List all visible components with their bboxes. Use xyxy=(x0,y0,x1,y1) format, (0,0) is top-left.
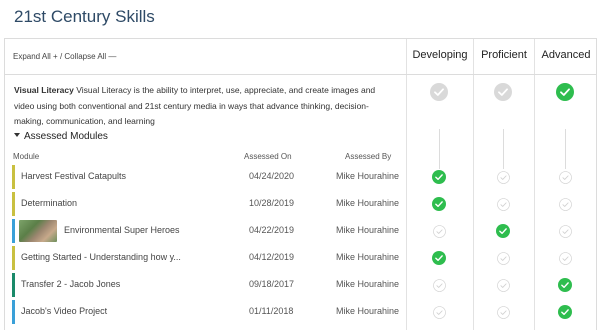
module-name[interactable]: Environmental Super Heroes xyxy=(64,225,180,235)
module-level-advanced-empty-icon xyxy=(558,251,572,265)
module-color-bar xyxy=(12,273,15,297)
module-name[interactable]: Harvest Festival Catapults xyxy=(21,171,126,181)
module-assessed-on: 10/28/2019 xyxy=(249,198,295,208)
connector-proficient xyxy=(503,129,504,169)
module-level-proficient-empty-icon xyxy=(496,170,510,184)
divider-slash: / xyxy=(59,52,63,61)
collapse-all-link[interactable]: Collapse All — xyxy=(64,52,116,61)
skill-level-developing-empty-icon xyxy=(430,83,448,101)
skill-description: Visual Literacy Visual Literacy is the a… xyxy=(14,83,384,130)
module-level-developing-empty-icon xyxy=(432,278,446,292)
module-color-bar xyxy=(12,300,15,324)
page-title: 21st Century Skills xyxy=(14,7,155,26)
module-level-advanced-empty-icon xyxy=(558,170,572,184)
module-row[interactable]: Determination 10/28/2019 Mike Hourahine xyxy=(12,192,404,216)
module-color-bar xyxy=(12,165,15,189)
module-assessed-on: 04/12/2019 xyxy=(249,252,295,262)
module-level-proficient-empty-icon xyxy=(496,197,510,211)
module-assessed-on: 01/11/2018 xyxy=(249,306,294,316)
module-thumbnail xyxy=(19,220,57,242)
expand-all-link[interactable]: Expand All + xyxy=(13,52,58,61)
module-row[interactable]: Environmental Super Heroes 04/22/2019 Mike… xyxy=(12,219,404,243)
module-assessed-by: Mike Hourahine xyxy=(336,171,400,181)
module-name[interactable]: Jacob's Video Project xyxy=(21,306,107,316)
module-level-proficient-empty-icon xyxy=(496,305,510,319)
module-assessed-by: Mike Hourahine xyxy=(336,198,400,208)
module-row[interactable]: Harvest Festival Catapults 04/24/2020 Mike… xyxy=(12,165,404,189)
module-level-developing-check-icon xyxy=(432,197,446,211)
module-row[interactable]: Jacob's Video Project 01/11/2018 Mike Hour… xyxy=(12,300,404,324)
column-header-proficient: Proficient xyxy=(481,49,527,61)
column-header-developing: Developing xyxy=(412,49,468,61)
assessed-on-column-header: Assessed On xyxy=(244,152,292,161)
skill-level-proficient-empty-icon xyxy=(494,83,512,101)
module-level-advanced-check-icon xyxy=(558,305,572,319)
connector-developing xyxy=(439,129,440,169)
divider-proficient xyxy=(473,39,474,330)
module-level-proficient-check-icon xyxy=(496,224,510,238)
header-separator xyxy=(5,74,596,75)
assessed-by-column-header: Assessed By xyxy=(345,152,392,161)
module-level-developing-empty-icon xyxy=(432,224,446,238)
column-header-advanced: Advanced xyxy=(541,49,591,61)
skill-name: Visual Literacy xyxy=(14,85,74,95)
skill-level-advanced-check-icon xyxy=(556,83,574,101)
module-color-bar xyxy=(12,219,15,243)
module-row[interactable]: Transfer 2 - Jacob Jones 09/18/2017 Mike H… xyxy=(12,273,404,297)
module-name[interactable]: Determination xyxy=(21,198,77,208)
module-assessed-by: Mike Hourahine xyxy=(336,306,400,316)
skills-card: Expand All + / Collapse All — Developing… xyxy=(4,38,597,330)
divider-developing xyxy=(406,39,407,330)
module-level-advanced-check-icon xyxy=(558,278,572,292)
assessed-modules-toggle[interactable]: Assessed Modules xyxy=(14,131,108,142)
module-assessed-on: 09/18/2017 xyxy=(249,279,295,289)
module-level-proficient-empty-icon xyxy=(496,251,510,265)
module-column-header: Module xyxy=(13,152,40,161)
module-level-developing-empty-icon xyxy=(432,305,446,319)
connector-advanced xyxy=(565,129,566,169)
module-name[interactable]: Transfer 2 - Jacob Jones xyxy=(21,279,120,289)
caret-down-icon xyxy=(14,133,20,138)
assessed-modules-label: Assessed Modules xyxy=(24,131,108,142)
module-assessed-by: Mike Hourahine xyxy=(336,225,400,235)
module-assessed-on: 04/22/2019 xyxy=(249,225,295,235)
module-name[interactable]: Getting Started - Understanding how y... xyxy=(21,252,181,262)
module-color-bar xyxy=(12,246,15,270)
module-level-proficient-empty-icon xyxy=(496,278,510,292)
module-assessed-by: Mike Hourahine xyxy=(336,252,400,262)
module-row[interactable]: Getting Started - Understanding how y...… xyxy=(12,246,404,270)
module-assessed-on: 04/24/2020 xyxy=(249,171,295,181)
expand-collapse-controls: Expand All + / Collapse All — xyxy=(13,52,116,61)
divider-advanced xyxy=(534,39,535,330)
module-level-developing-check-icon xyxy=(432,170,446,184)
module-assessed-by: Mike Hourahine xyxy=(336,279,400,289)
module-level-advanced-empty-icon xyxy=(558,224,572,238)
module-color-bar xyxy=(12,192,15,216)
module-level-developing-check-icon xyxy=(432,251,446,265)
module-level-advanced-empty-icon xyxy=(558,197,572,211)
